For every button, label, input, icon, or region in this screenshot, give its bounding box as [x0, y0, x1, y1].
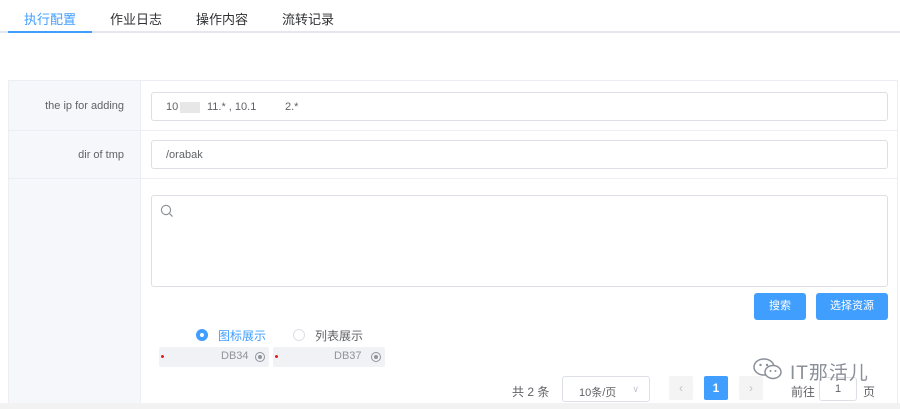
radio-icon[interactable]: [255, 352, 265, 362]
ip-row: the ip for adding 10 11.* , 10.1 2.*: [9, 81, 897, 131]
status-dot: [275, 355, 278, 358]
chevron-right-icon: ›: [749, 381, 753, 395]
ip-value-part-2: 11.* , 10.1: [207, 101, 257, 113]
prev-page-button[interactable]: ‹: [669, 376, 693, 400]
chevron-down-icon: ∨: [632, 384, 639, 394]
tmp-dir-label: dir of tmp: [78, 149, 124, 161]
active-tab-indicator: [8, 31, 92, 33]
page-number-1[interactable]: 1: [704, 376, 728, 400]
ip-label: the ip for adding: [45, 100, 124, 112]
radio-icon: [293, 329, 305, 341]
wechat-icon: [753, 358, 782, 380]
watermark-text: IT那活儿: [790, 363, 869, 384]
resource-search-input[interactable]: [151, 195, 888, 287]
resource-chip-db34[interactable]: DB34: [159, 347, 269, 367]
tmp-dir-label-cell: dir of tmp: [9, 131, 141, 178]
tab-bar: 执行配置 作业日志 操作内容 流转记录: [0, 0, 900, 33]
tmp-dir-value: /orabak: [166, 149, 203, 161]
list-view-radio[interactable]: 列表展示: [293, 327, 373, 343]
pagination-total: 共 2 条: [512, 385, 550, 399]
chevron-left-icon: ‹: [679, 381, 683, 395]
horizontal-scrollbar[interactable]: [0, 403, 900, 409]
list-view-label: 列表展示: [315, 329, 364, 343]
redacted-block: [180, 102, 200, 113]
resource-name: DB34: [221, 350, 249, 362]
ip-input[interactable]: 10 11.* , 10.1 2.*: [151, 92, 888, 121]
tab-job-log[interactable]: 作业日志: [110, 9, 162, 28]
goto-prefix: 前往: [791, 385, 816, 399]
ip-value-part-1: 10: [166, 101, 179, 113]
tab-exec-config[interactable]: 执行配置: [24, 9, 76, 28]
ip-value-part-3: 2.*: [285, 101, 299, 113]
goto-suffix: 页: [863, 385, 876, 399]
search-button[interactable]: 搜索: [754, 293, 806, 320]
tmp-dir-input[interactable]: /orabak: [151, 140, 888, 169]
ip-label-cell: the ip for adding: [9, 81, 141, 130]
radio-icon: [196, 329, 208, 341]
page-size-select[interactable]: 10条/页 ∨: [562, 376, 650, 402]
status-dot: [161, 355, 164, 358]
icon-view-radio[interactable]: 图标展示: [196, 327, 276, 343]
resource-label-cell: [9, 179, 141, 409]
tab-operation-content[interactable]: 操作内容: [196, 9, 248, 28]
resource-name: DB37: [334, 350, 362, 362]
tab-flow-record[interactable]: 流转记录: [282, 9, 334, 28]
icon-view-label: 图标展示: [218, 329, 267, 343]
watermark: IT那活儿: [752, 357, 868, 384]
page-size-value: 10条/页: [579, 387, 617, 399]
search-icon: [160, 204, 174, 218]
tmp-dir-row: dir of tmp /orabak: [9, 131, 897, 179]
resource-chip-db37[interactable]: DB37: [273, 347, 385, 367]
select-resource-button[interactable]: 选择资源: [816, 293, 888, 320]
radio-icon[interactable]: [371, 352, 381, 362]
